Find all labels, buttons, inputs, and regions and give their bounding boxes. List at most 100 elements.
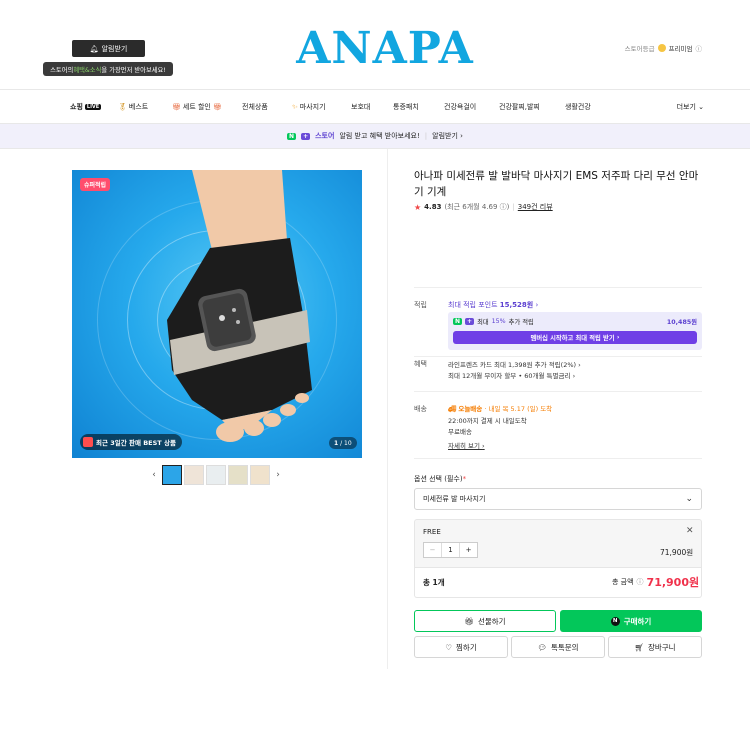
nav-item-massager[interactable]: ✨︎ 마사지기 [292, 102, 326, 112]
nav-more-button[interactable]: 더보기 ⌄ [677, 102, 704, 112]
plus-button[interactable]: + [459, 543, 477, 557]
nav-item-pain-patch[interactable]: 통증패치 [393, 102, 419, 112]
chevron-down-icon: ⌄ [698, 103, 704, 111]
option-label-text: 옵션 선택 (필수) [414, 475, 463, 483]
chevron-right-icon: › [572, 372, 576, 380]
divider [414, 391, 702, 392]
total-count: 총 1개 [423, 578, 445, 587]
chevron-right-icon: › [616, 334, 620, 341]
divider [414, 287, 702, 288]
max-points-link[interactable]: 최대 적립 포인트 15,528원 › [448, 300, 538, 310]
chevron-right-icon[interactable]: › [272, 470, 284, 480]
nav-label: 건강욕걸이 [444, 103, 477, 111]
selected-item-name: FREE [423, 528, 441, 536]
store-logo[interactable]: ANAPA [275, 22, 495, 76]
alarm-button-label: 알림받기 [101, 44, 128, 53]
buy-button-label: 구매하기 [623, 616, 652, 626]
buy-button[interactable]: N 구매하기 [560, 610, 702, 632]
nav-item-best[interactable]: 🏅︎ 베스트 [118, 102, 148, 112]
image-counter: 1 / 10 [329, 437, 357, 449]
installment-link[interactable]: 최대 12개월 무이자 할부 • 60개월 특별금리 › [448, 370, 575, 380]
store-alarm-banner: N + 스토어 알림 받고 혜택 받아보세요! | 알림받기 › [0, 124, 750, 148]
plus-icon: + [465, 318, 475, 325]
remove-option-close-icon[interactable]: ✕ [686, 526, 694, 536]
quantity-stepper[interactable]: − 1 + [423, 542, 478, 558]
benefit-line-2: 최대 12개월 무이자 할부 • 60개월 특별금리 [448, 372, 571, 380]
points-label: 적립 [414, 301, 427, 309]
benefit-line-1: 라인프렌즈 카드 최대 1,398원 추가 적립(2%) [448, 361, 577, 369]
gift-button[interactable]: 🎁︎ 선물하기 [414, 610, 556, 632]
super-point-badge: 슈퍼적립 [80, 178, 111, 191]
extra-points-suffix: 추가 적립 [508, 319, 534, 326]
cart-button[interactable]: 🛒︎ 장바구니 [608, 636, 702, 658]
total-price-value: 71,900원 [646, 576, 700, 589]
nav-item-all-products[interactable]: 전체상품 [242, 102, 268, 112]
divider [0, 89, 750, 90]
nav-item-set-sale[interactable]: 🎁︎ 세트 할인 🎁︎ [172, 102, 222, 112]
nav-more-label: 더보기 [676, 103, 696, 111]
talk-button-label: 톡톡문의 [550, 642, 579, 652]
option-select[interactable]: 미세전류 발 마사지기 ⌄ [414, 488, 702, 510]
chevron-right-icon: › [578, 361, 581, 369]
smile-icon [657, 44, 666, 52]
chevron-left-icon[interactable]: ‹ [148, 470, 160, 480]
star-icon: ★ [414, 202, 422, 212]
nav-label: 전체상품 [242, 103, 268, 111]
divider [414, 458, 702, 459]
today-delivery-badge: 오늘배송 [458, 405, 483, 413]
membership-start-button[interactable]: 멤버십 시작하고 최대 적립 받기 › [453, 331, 697, 344]
divider [414, 356, 702, 357]
info-icon[interactable]: ⓘ [500, 203, 507, 211]
info-icon[interactable]: ⓘ [637, 577, 644, 587]
thumbnail[interactable] [206, 465, 226, 485]
info-icon[interactable]: ⓘ [696, 43, 703, 53]
talk-inquiry-button[interactable]: 💬︎ 톡톡문의 [511, 636, 605, 658]
truck-icon: 🚚︎ [448, 405, 457, 413]
minus-button[interactable]: − [424, 543, 442, 557]
rating-recent-text: (최근 6개월 4.69 [444, 203, 498, 211]
shipping-label: 배송 [414, 405, 427, 413]
required-mark: * [462, 475, 467, 483]
nav-item-protector[interactable]: 보호대 [351, 102, 370, 112]
card-benefit-link[interactable]: 라인프렌즈 카드 최대 1,398원 추가 적립(2%) › [448, 359, 581, 369]
gift-icon: 🎁︎ [464, 616, 474, 626]
naver-n-icon: N [287, 132, 297, 140]
nav-item-health-bracelet[interactable]: 건강팔찌,발찌 [499, 102, 540, 112]
chevron-right-icon: › [535, 301, 539, 309]
quantity-value[interactable]: 1 [442, 546, 459, 554]
product-main-image[interactable] [72, 170, 362, 458]
total-price-row: 총 금액 ⓘ 71,900원 [612, 574, 699, 590]
thumbnail[interactable] [228, 465, 248, 485]
gift-icon: 🎁︎ [172, 103, 181, 111]
item-price: 71,900원 [660, 548, 694, 557]
alarm-button[interactable]: 🔔︎ 알림받기 [72, 40, 145, 57]
thumbnail[interactable] [162, 465, 182, 485]
banner-link-label: 알림받기 [432, 132, 458, 140]
thumbnail[interactable] [250, 465, 270, 485]
banner-separator: | [424, 132, 428, 140]
delivery-date: · 내일 목 5.17 (일) 도착 [484, 405, 553, 413]
banner-alarm-link[interactable]: 알림받기 › [432, 131, 463, 141]
plus-icon: + [301, 132, 311, 140]
nav-label: 생활건강 [565, 103, 591, 111]
nav-item-living-health[interactable]: 생활건강 [565, 102, 591, 112]
alarm-tip-text: 스토어의 [50, 66, 74, 74]
thumbnail[interactable] [184, 465, 204, 485]
store-grade: 스토어등급 프리미엄 ⓘ [625, 43, 702, 53]
chat-bubble-icon: 💬︎ [537, 642, 547, 652]
sparkle-icon: ✨︎ [292, 102, 298, 111]
nav-item-health-necklace[interactable]: 건강욕걸이 [444, 102, 476, 112]
option-label: 옵션 선택 (필수)* [414, 474, 466, 484]
banner-store-label: 스토어 [315, 132, 335, 140]
shipping-detail-link[interactable]: 자세히 보기 › [448, 440, 485, 450]
extra-points-row: N + 최대 15% 추가 적립 10,485원 [453, 317, 697, 326]
nav-item-shopping-live[interactable]: 쇼핑 LIVE [70, 102, 102, 112]
review-count-link[interactable]: 349건 리뷰 [518, 202, 553, 212]
wish-button[interactable]: ♡ 찜하기 [414, 636, 508, 658]
gift-icon: 🎁︎ [212, 103, 222, 111]
live-badge: LIVE [84, 104, 102, 110]
nav-label: 보호대 [351, 103, 371, 111]
rating-row: ★ 4.83 (최근 6개월 4.69 ⓘ) | 349건 리뷰 [414, 202, 553, 212]
cart-button-label: 장바구니 [647, 642, 676, 652]
heart-icon: ♡ [445, 642, 453, 652]
